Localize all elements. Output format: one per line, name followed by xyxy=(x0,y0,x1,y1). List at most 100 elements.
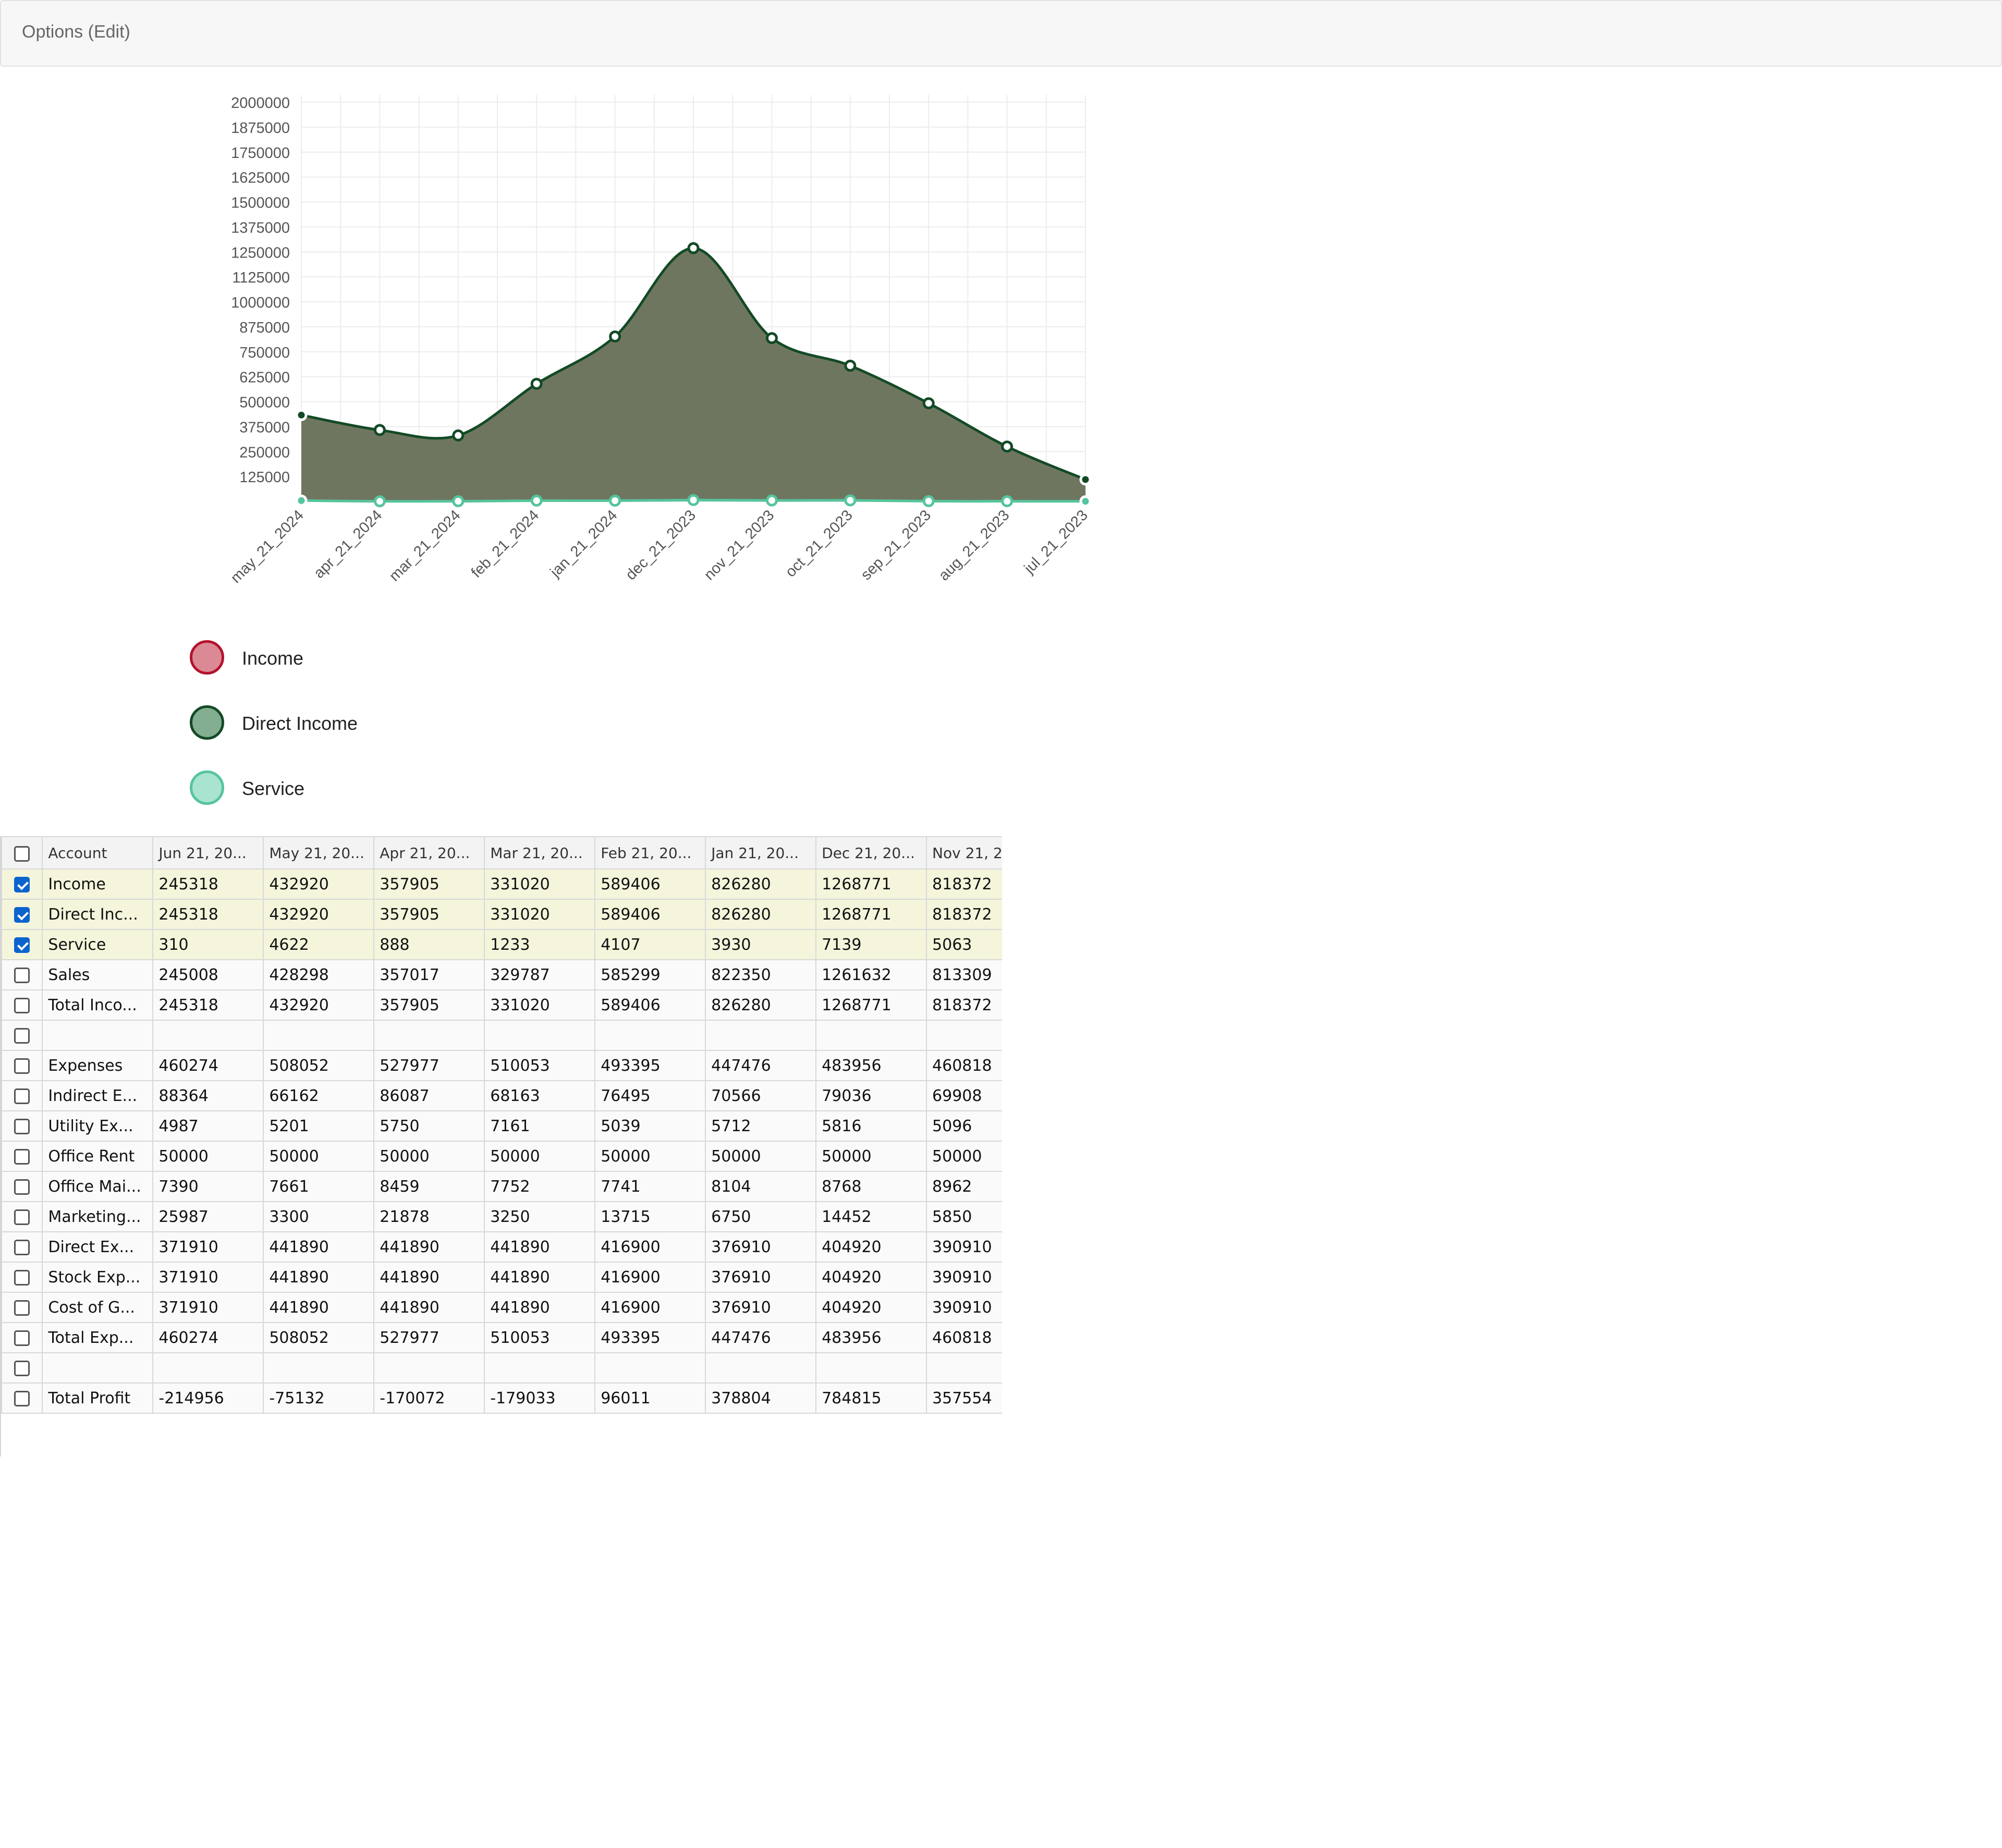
value-cell[interactable]: 245318 xyxy=(152,989,264,1021)
value-cell[interactable]: 50000 xyxy=(263,1141,375,1172)
account-cell[interactable]: Total Inco... xyxy=(42,989,154,1021)
table-row[interactable]: Total Inco... 245318 432920 357905 331020 589… xyxy=(1,989,1002,1021)
row-checkbox[interactable] xyxy=(14,1209,30,1225)
value-cell[interactable]: 50000 xyxy=(373,1141,485,1172)
value-cell[interactable]: 378804 xyxy=(705,1382,817,1414)
value-cell[interactable] xyxy=(594,1352,706,1384)
value-cell[interactable]: 5712 xyxy=(705,1110,817,1142)
value-cell[interactable]: 245318 xyxy=(152,868,264,900)
row-checkbox[interactable] xyxy=(14,968,30,983)
value-cell[interactable]: 357905 xyxy=(373,989,485,1021)
value-cell[interactable]: 589406 xyxy=(594,899,706,930)
value-cell[interactable]: 1233 xyxy=(484,929,596,960)
value-cell[interactable]: 3930 xyxy=(705,929,817,960)
value-cell[interactable]: 441890 xyxy=(263,1262,375,1293)
row-checkbox[interactable] xyxy=(14,1270,30,1286)
row-checkbox[interactable] xyxy=(14,1058,30,1074)
value-cell[interactable] xyxy=(484,1020,596,1051)
value-cell[interactable]: 8962 xyxy=(926,1171,1002,1202)
value-cell[interactable]: 25987 xyxy=(152,1201,264,1232)
column-header[interactable]: Jan 21, 20... xyxy=(705,836,817,870)
value-cell[interactable]: 3250 xyxy=(484,1201,596,1232)
value-cell[interactable]: 14452 xyxy=(815,1201,927,1232)
value-cell[interactable]: 7741 xyxy=(594,1171,706,1202)
value-cell[interactable] xyxy=(926,1020,1002,1051)
value-cell[interactable]: 441890 xyxy=(484,1262,596,1293)
value-cell[interactable]: 50000 xyxy=(815,1141,927,1172)
table-row[interactable]: Expenses 460274 508052 527977 510053 493395 44… xyxy=(1,1050,1002,1081)
account-cell[interactable]: Office Mai... xyxy=(42,1171,154,1202)
value-cell[interactable]: 68163 xyxy=(484,1080,596,1111)
value-cell[interactable]: 7661 xyxy=(263,1171,375,1202)
table-row[interactable]: Income 245318 432920 357905 331020 589406 8262… xyxy=(1,868,1002,900)
account-cell[interactable]: Office Rent xyxy=(42,1141,154,1172)
value-cell[interactable]: 331020 xyxy=(484,899,596,930)
value-cell[interactable]: 441890 xyxy=(373,1231,485,1263)
row-checkbox[interactable] xyxy=(14,998,30,1013)
value-cell[interactable]: 527977 xyxy=(373,1322,485,1353)
value-cell[interactable]: 310 xyxy=(152,929,264,960)
value-cell[interactable]: -179033 xyxy=(484,1382,596,1414)
value-cell[interactable]: 416900 xyxy=(594,1292,706,1323)
value-cell[interactable] xyxy=(263,1352,375,1384)
column-header[interactable]: Nov 21, 20... xyxy=(926,836,1002,870)
account-cell[interactable]: Income xyxy=(42,868,154,900)
row-checkbox[interactable] xyxy=(14,1119,30,1134)
column-header[interactable]: Jun 21, 20... xyxy=(152,836,264,870)
value-cell[interactable]: 7161 xyxy=(484,1110,596,1142)
value-cell[interactable]: 371910 xyxy=(152,1231,264,1263)
table-row[interactable]: Direct Inc... 245318 432920 357905 331020 589… xyxy=(1,899,1002,930)
value-cell[interactable]: 432920 xyxy=(263,868,375,900)
value-cell[interactable]: 8459 xyxy=(373,1171,485,1202)
column-header[interactable]: Dec 21, 20... xyxy=(815,836,927,870)
account-cell[interactable]: Direct Ex... xyxy=(42,1231,154,1263)
value-cell[interactable]: 1268771 xyxy=(815,989,927,1021)
value-cell[interactable] xyxy=(815,1352,927,1384)
value-cell[interactable]: 50000 xyxy=(484,1141,596,1172)
value-cell[interactable]: 390910 xyxy=(926,1231,1002,1263)
value-cell[interactable]: -170072 xyxy=(373,1382,485,1414)
value-cell[interactable]: 483956 xyxy=(815,1322,927,1353)
value-cell[interactable]: 441890 xyxy=(373,1262,485,1293)
value-cell[interactable]: 818372 xyxy=(926,989,1002,1021)
value-cell[interactable]: 888 xyxy=(373,929,485,960)
value-cell[interactable]: 86087 xyxy=(373,1080,485,1111)
value-cell[interactable]: 69908 xyxy=(926,1080,1002,1111)
value-cell[interactable]: 428298 xyxy=(263,959,375,990)
account-cell[interactable]: Indirect E... xyxy=(42,1080,154,1111)
value-cell[interactable]: 441890 xyxy=(263,1231,375,1263)
value-cell[interactable]: 357905 xyxy=(373,868,485,900)
value-cell[interactable] xyxy=(373,1352,485,1384)
value-cell[interactable]: 50000 xyxy=(152,1141,264,1172)
value-cell[interactable]: 493395 xyxy=(594,1050,706,1081)
value-cell[interactable] xyxy=(152,1352,264,1384)
value-cell[interactable]: 1268771 xyxy=(815,899,927,930)
value-cell[interactable]: 460818 xyxy=(926,1050,1002,1081)
row-checkbox[interactable] xyxy=(14,907,30,923)
value-cell[interactable]: 447476 xyxy=(705,1322,817,1353)
value-cell[interactable]: 7752 xyxy=(484,1171,596,1202)
value-cell[interactable]: 5850 xyxy=(926,1201,1002,1232)
value-cell[interactable]: 357554 xyxy=(926,1382,1002,1414)
value-cell[interactable]: 822350 xyxy=(705,959,817,990)
account-cell[interactable] xyxy=(42,1352,154,1384)
value-cell[interactable]: 784815 xyxy=(815,1382,927,1414)
table-row[interactable] xyxy=(1,1020,1002,1051)
table-row[interactable]: Total Profit -214956 -75132 -170072 -179033 9… xyxy=(1,1382,1002,1414)
table-row[interactable]: Indirect E... 88364 66162 86087 68163 76495 70… xyxy=(1,1080,1002,1111)
value-cell[interactable]: 376910 xyxy=(705,1292,817,1323)
value-cell[interactable]: 1268771 xyxy=(815,868,927,900)
value-cell[interactable]: 441890 xyxy=(373,1292,485,1323)
account-cell[interactable]: Total Exp... xyxy=(42,1322,154,1353)
value-cell[interactable] xyxy=(152,1020,264,1051)
value-cell[interactable]: 460274 xyxy=(152,1050,264,1081)
table-row[interactable]: Direct Ex... 371910 441890 441890 441890 4169… xyxy=(1,1231,1002,1263)
value-cell[interactable]: 447476 xyxy=(705,1050,817,1081)
value-cell[interactable]: 245318 xyxy=(152,899,264,930)
value-cell[interactable]: 371910 xyxy=(152,1292,264,1323)
table-row[interactable]: Marketing... 25987 3300 21878 3250 13715 6750 1… xyxy=(1,1201,1002,1232)
value-cell[interactable]: 7390 xyxy=(152,1171,264,1202)
account-cell[interactable] xyxy=(42,1020,154,1051)
options-edit-link[interactable]: Options (Edit) xyxy=(22,22,130,42)
value-cell[interactable]: 826280 xyxy=(705,989,817,1021)
